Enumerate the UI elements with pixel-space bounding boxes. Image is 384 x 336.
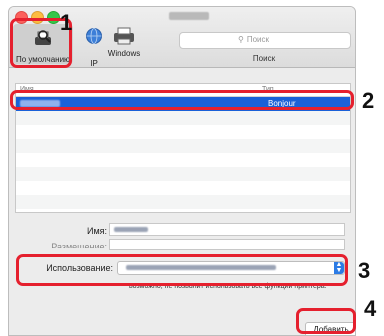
printer-name [20, 156, 60, 163]
printer-row[interactable] [16, 195, 350, 209]
callout-box-4 [296, 308, 356, 334]
printer-row[interactable] [16, 153, 350, 167]
location-field[interactable] [109, 239, 345, 250]
printer-name [20, 198, 60, 205]
callout-number-3: 3 [358, 258, 371, 283]
windows-label: Windows [107, 49, 141, 58]
search-input[interactable]: ⚲ Поиск [179, 32, 351, 49]
printer-name [20, 184, 60, 191]
printer-row[interactable] [16, 139, 350, 153]
callout-number-2: 2 [362, 88, 375, 113]
windows-printer-button[interactable]: Windows [99, 27, 149, 58]
ip-label: IP [90, 59, 98, 68]
printer-name [20, 142, 60, 149]
printer-row[interactable] [16, 181, 350, 195]
printer-row[interactable] [16, 125, 350, 139]
search-icon: ⚲ [238, 35, 244, 44]
printer-name [20, 114, 60, 121]
windows-printer-icon [114, 27, 134, 45]
location-label: Размещение: [51, 242, 107, 248]
callout-box-3 [16, 254, 348, 286]
printer-row[interactable] [16, 111, 350, 125]
printer-row[interactable] [16, 167, 350, 181]
callout-box-2 [10, 90, 354, 110]
callout-number-1: 1 [60, 10, 73, 35]
window-title [169, 12, 209, 20]
printer-name [20, 128, 60, 135]
printer-name [20, 170, 60, 177]
name-field[interactable] [109, 223, 345, 236]
callout-number-4: 4 [364, 296, 377, 321]
search-placeholder: Поиск [246, 35, 270, 44]
name-label: Имя: [86, 226, 107, 236]
search-caption: Поиск [252, 54, 276, 63]
